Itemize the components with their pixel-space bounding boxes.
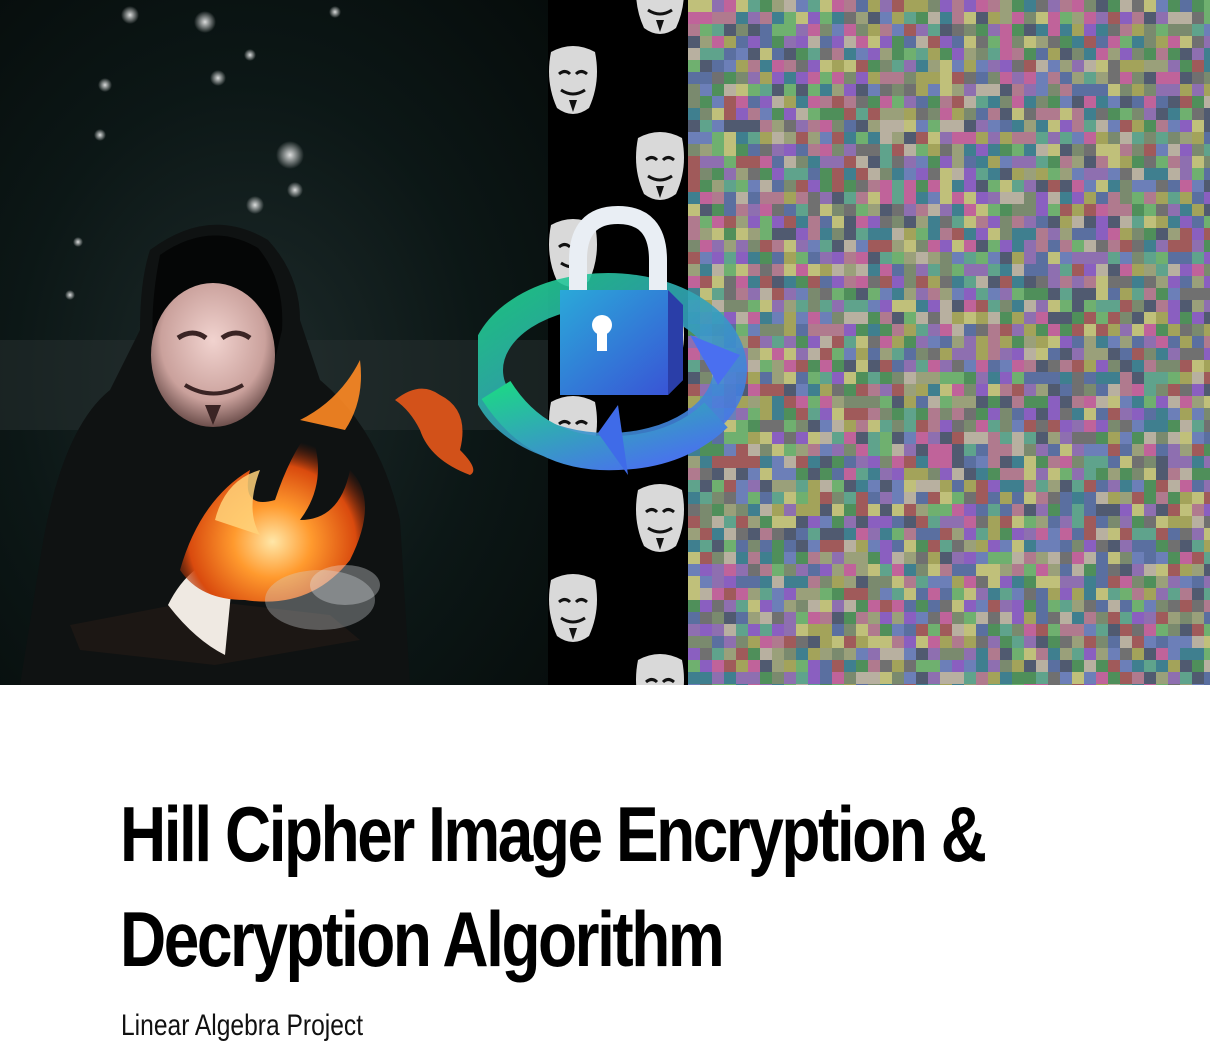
noise-pattern: [688, 0, 1210, 685]
encrypted-noise-image: [688, 0, 1210, 685]
cover-image: [0, 0, 1210, 685]
padlock-refresh-icon: [478, 205, 747, 475]
page-title: Hill Cipher Image Encryption & Decryptio…: [120, 782, 987, 992]
title-line-1: Hill Cipher Image Encryption &: [120, 790, 987, 878]
hooded-figure-illustration: [0, 6, 548, 685]
hooded-figure-photo: [0, 0, 548, 685]
mask-face: [151, 283, 275, 427]
title-line-2: Decryption Algorithm: [120, 895, 725, 983]
subtitle: Linear Algebra Project: [121, 1009, 364, 1042]
